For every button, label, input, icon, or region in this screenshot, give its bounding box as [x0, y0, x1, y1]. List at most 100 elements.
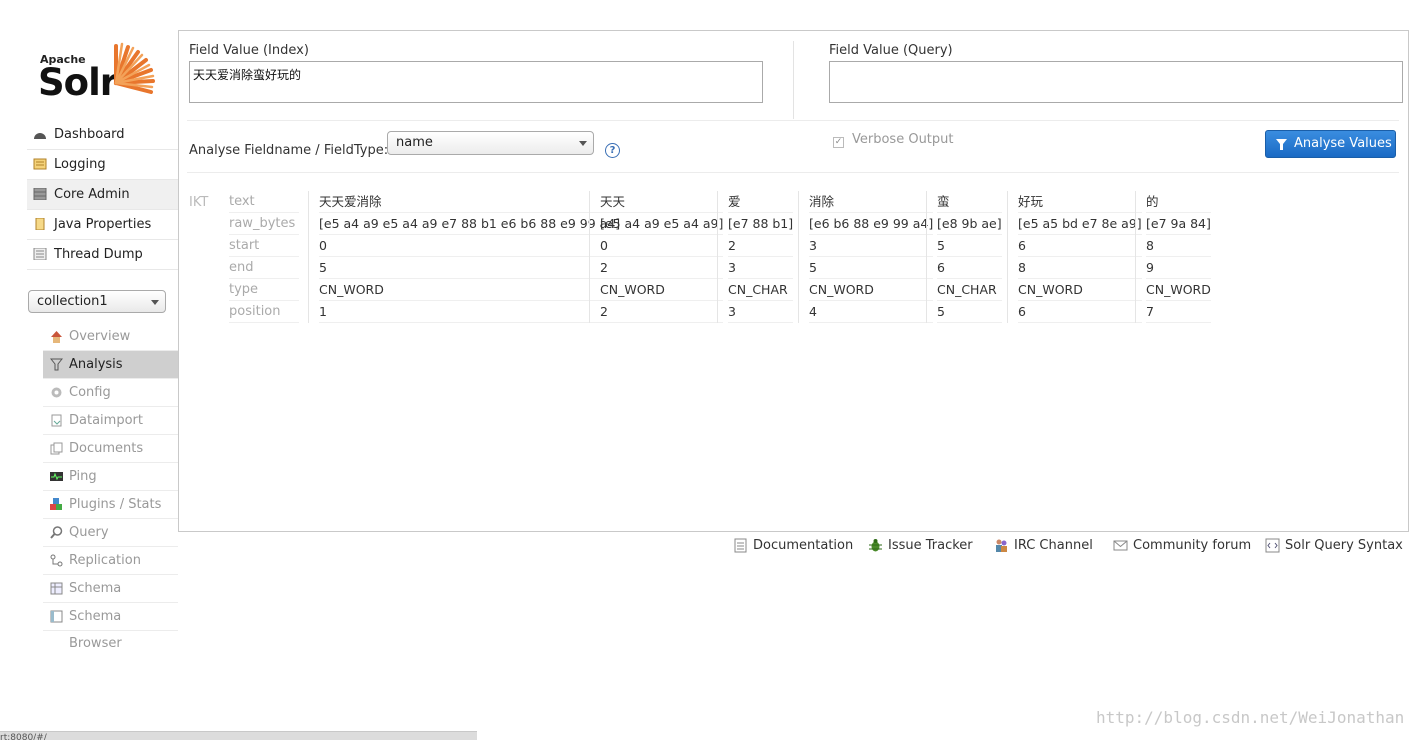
core-nav-plugins-stats[interactable]: Plugins / Stats — [43, 491, 178, 519]
main-navigation: Dashboard Logging Core Admin Java Proper… — [27, 120, 178, 270]
core-nav-overview[interactable]: Overview — [43, 323, 178, 351]
core-nav-label: Analysis — [69, 357, 123, 372]
nav-label: Thread Dump — [54, 247, 143, 262]
core-nav-label: Query — [69, 525, 109, 540]
token-raw-bytes: [e7 88 b1] — [728, 213, 794, 235]
nav-item-java-properties[interactable]: Java Properties — [27, 210, 178, 240]
index-field-input[interactable]: 天天爱消除蛮好玩的 — [189, 61, 763, 103]
divider — [187, 172, 1399, 173]
verbose-output-toggle[interactable]: ✓ Verbose Output — [833, 132, 954, 148]
row-label-start: start — [229, 235, 299, 257]
footer-link-label: Community forum — [1133, 538, 1252, 553]
core-nav-schema-browser[interactable]: Schema Browser — [43, 603, 178, 651]
collection-select[interactable]: collection1 — [28, 290, 166, 313]
core-nav-label: Overview — [69, 329, 131, 344]
core-nav-label: Documents — [69, 441, 144, 456]
community-forum-link[interactable]: Community forum — [1113, 537, 1251, 554]
token-start: 0 — [319, 235, 621, 257]
token-end: 5 — [809, 257, 934, 279]
gear-icon — [51, 387, 62, 398]
replication-icon — [50, 554, 63, 567]
core-nav-analysis[interactable]: Analysis — [43, 351, 178, 379]
token-end: 9 — [1146, 257, 1211, 279]
query-syntax-icon — [1265, 538, 1280, 553]
core-nav-replication[interactable]: Replication — [43, 547, 178, 575]
footer-link-label: IRC Channel — [1014, 538, 1093, 553]
token-type: CN_WORD — [1018, 279, 1142, 301]
nav-label: Logging — [54, 157, 106, 172]
thread-dump-icon — [33, 248, 47, 260]
verbose-checkbox[interactable]: ✓ — [833, 137, 844, 148]
solr-logo[interactable]: Apache Solr — [38, 38, 163, 104]
token-raw-bytes: [e5 a4 a9 e5 a4 a9 e7 88 b1 e6 b6 88 e9 … — [319, 213, 621, 235]
token-raw-bytes: [e6 b6 88 e9 99 a4] — [809, 213, 934, 235]
core-nav-documents[interactable]: Documents — [43, 435, 178, 463]
plugins-icon — [50, 498, 62, 510]
mail-icon — [1113, 540, 1128, 551]
solr-query-syntax-link[interactable]: Solr Query Syntax — [1265, 537, 1403, 554]
token-position: 4 — [809, 301, 934, 323]
token-start: 0 — [600, 235, 724, 257]
core-nav-query[interactable]: Query — [43, 519, 178, 547]
token-position: 1 — [319, 301, 621, 323]
token-position: 7 — [1146, 301, 1211, 323]
token-start: 2 — [728, 235, 794, 257]
help-icon[interactable]: ? — [605, 143, 620, 158]
nav-item-dashboard[interactable]: Dashboard — [27, 120, 178, 150]
divider — [187, 120, 1399, 121]
fieldname-label: Analyse Fieldname / FieldType: — [189, 143, 389, 158]
logging-icon — [33, 158, 47, 170]
token-position: 3 — [728, 301, 794, 323]
token-position: 6 — [1018, 301, 1142, 323]
nav-item-logging[interactable]: Logging — [27, 150, 178, 180]
core-nav-dataimport[interactable]: Dataimport — [43, 407, 178, 435]
core-nav-ping[interactable]: Ping — [43, 463, 178, 491]
token-row-labels: text raw_bytes start end type position — [229, 191, 299, 323]
token-column: 蛮 [e8 9b ae] 5 6 CN_CHAR 5 — [926, 191, 1012, 323]
core-nav-label: Schema Browser — [69, 609, 122, 651]
core-nav-label: Schema — [69, 581, 122, 596]
token-column: 好玩 [e5 a5 bd e7 8e a9] 6 8 CN_WORD 6 — [1007, 191, 1152, 323]
row-label-position: position — [229, 301, 299, 323]
token-type: CN_WORD — [600, 279, 724, 301]
core-nav-schema[interactable]: Schema — [43, 575, 178, 603]
token-end: 6 — [937, 257, 1002, 279]
token-text: 天天 — [600, 191, 724, 213]
bug-icon — [869, 539, 882, 552]
ping-icon — [50, 472, 63, 481]
token-column: 消除 [e6 b6 88 e9 99 a4] 3 5 CN_WORD 4 — [798, 191, 943, 323]
fieldname-select[interactable]: name — [387, 131, 594, 155]
token-column: 天天爱消除 [e5 a4 a9 e5 a4 a9 e7 88 b1 e6 b6 … — [308, 191, 630, 323]
verbose-output-label: Verbose Output — [852, 132, 954, 147]
query-field-input[interactable] — [829, 61, 1403, 103]
fieldname-select-value: name — [396, 135, 433, 150]
irc-channel-link[interactable]: IRC Channel — [994, 537, 1093, 554]
analyse-values-button[interactable]: Analyse Values — [1265, 130, 1396, 158]
core-nav-label: Config — [69, 385, 111, 400]
token-column: 天天 [e5 a4 a9 e5 a4 a9] 0 2 CN_WORD 2 — [589, 191, 733, 323]
nav-label: Core Admin — [54, 187, 130, 202]
nav-label: Java Properties — [54, 217, 152, 232]
footer-link-label: Documentation — [753, 538, 854, 553]
token-start: 6 — [1018, 235, 1142, 257]
issue-tracker-link[interactable]: Issue Tracker — [868, 537, 973, 554]
dashboard-icon — [34, 133, 46, 139]
token-raw-bytes: [e8 9b ae] — [937, 213, 1002, 235]
token-end: 8 — [1018, 257, 1142, 279]
token-position: 5 — [937, 301, 1002, 323]
token-type: CN_WORD — [319, 279, 621, 301]
core-nav-label: Replication — [69, 553, 141, 568]
token-end: 3 — [728, 257, 794, 279]
token-text: 爱 — [728, 191, 794, 213]
nav-item-thread-dump[interactable]: Thread Dump — [27, 240, 178, 270]
token-raw-bytes: [e5 a5 bd e7 8e a9] — [1018, 213, 1142, 235]
dataimport-icon — [51, 414, 62, 427]
core-nav-config[interactable]: Config — [43, 379, 178, 407]
token-type: CN_CHAR — [728, 279, 794, 301]
nav-item-core-admin[interactable]: Core Admin — [27, 180, 178, 210]
token-start: 5 — [937, 235, 1002, 257]
row-label-type: type — [229, 279, 299, 301]
documents-icon — [50, 442, 63, 455]
token-text: 的 — [1146, 191, 1211, 213]
documentation-link[interactable]: Documentation — [733, 537, 853, 554]
